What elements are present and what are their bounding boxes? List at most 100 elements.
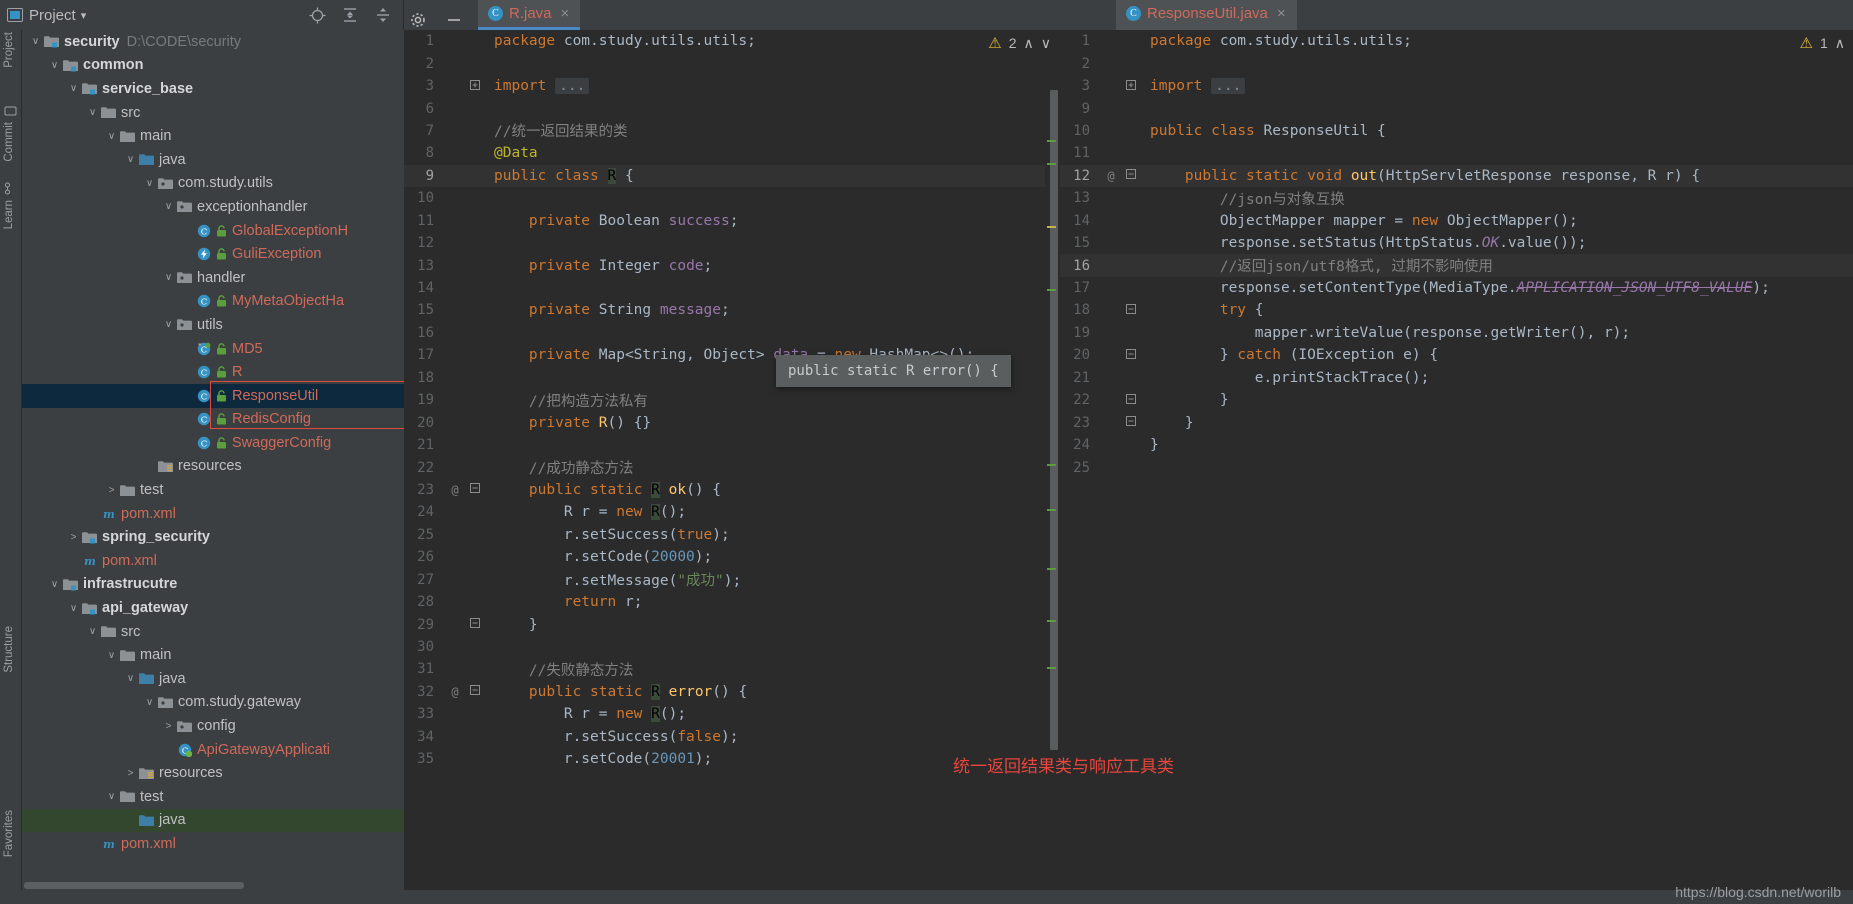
chevron-right-icon[interactable]: > [104,485,119,496]
code-line[interactable]: 24 R r = new R(); [404,501,1045,523]
chevron-down-icon[interactable]: ∨ [28,36,43,47]
tree-item-src[interactable]: ∨ src [22,620,404,644]
tree-item-pom-xml[interactable]: m pom.xml [22,502,404,526]
gutter-marker[interactable]: @ [442,483,468,497]
code-line[interactable]: 22 //成功静态方法 [404,456,1045,478]
code-line[interactable]: 22 } [1060,389,1853,411]
code-line[interactable]: 32 @ public static R error() { [404,681,1045,703]
tree-item-test[interactable]: > test [22,478,404,502]
code-line[interactable]: 19 mapper.writeValue(response.getWriter(… [1060,322,1853,344]
code-line[interactable]: 3 import ... [1060,75,1853,97]
minimize-icon[interactable] [444,10,464,30]
tree-item-pom-xml[interactable]: m pom.xml [22,549,404,573]
prev-problem-icon[interactable]: ∧ [1024,35,1034,52]
tree-horizontal-scrollbar[interactable] [22,881,404,890]
code-line[interactable]: 9 public class R { [404,164,1045,188]
chevron-right-icon[interactable]: > [123,768,138,779]
chevron-down-icon[interactable]: ∨ [161,319,176,330]
code-content-left[interactable]: 1 package com.study.utils.utils; 2 3 import … [404,30,1045,890]
code-line[interactable]: 18 try { [1060,299,1853,321]
code-line[interactable]: 15 private String message; [404,299,1045,321]
code-line[interactable]: 15 response.setStatus(HttpStatus.OK.valu… [1060,232,1853,254]
code-line[interactable]: 3 import ... [404,75,1045,97]
chevron-down-icon[interactable]: ∨ [66,603,81,614]
tree-item-r[interactable]: CR [22,360,404,384]
gutter-marker[interactable]: @ [442,685,468,699]
close-icon[interactable]: × [561,5,570,22]
gear-icon[interactable] [408,10,428,30]
code-line[interactable]: 34 r.setSuccess(false); [404,726,1045,748]
tree-item-md5[interactable]: C MD5 [22,337,404,361]
tree-item-com-study-utils[interactable]: ∨ com.study.utils [22,172,404,196]
code-line[interactable]: 12 @ public static void out(HttpServletRe… [1060,164,1853,188]
code-fold-toggle[interactable] [468,79,482,93]
code-line[interactable]: 13 //json与对象互换 [1060,187,1853,209]
rail-item-learn[interactable]: Learn [3,200,15,229]
code-line[interactable]: 8 @Data [404,142,1045,164]
chevron-down-icon[interactable]: ∨ [123,673,138,684]
code-line[interactable]: 25 r.setSuccess(true); [404,524,1045,546]
code-line[interactable]: 26 r.setCode(20000); [404,546,1045,568]
tree-item-com-study-gateway[interactable]: ∨ com.study.gateway [22,691,404,715]
code-line[interactable]: 2 [404,52,1045,74]
chevron-right-icon[interactable]: > [161,721,176,732]
tree-item-apigatewayapplicati[interactable]: C ApiGatewayApplicati [22,738,404,762]
expand-all-icon[interactable] [340,5,360,25]
code-line[interactable]: 21 [404,434,1045,456]
tree-item-main[interactable]: ∨ main [22,124,404,148]
scrollbar-thumb-left[interactable] [1050,90,1058,750]
code-fold-toggle[interactable] [1124,348,1138,362]
code-line[interactable]: 10 public class ResponseUtil { [1060,120,1853,142]
code-line[interactable]: 20 private R() {} [404,411,1045,433]
tree-item-config[interactable]: > config [22,714,404,738]
code-line[interactable]: 35 r.setCode(20001); [404,748,1045,770]
tree-item-api-gateway[interactable]: ∨ api_gateway [22,596,404,620]
code-fold-toggle[interactable] [1124,169,1138,182]
code-line[interactable]: 1 package com.study.utils.utils; [1060,30,1853,52]
code-fold-toggle[interactable] [468,483,482,496]
collapse-all-icon[interactable] [373,5,393,25]
tree-item-utils[interactable]: ∨ utils [22,313,404,337]
code-line[interactable]: 13 private Integer code; [404,254,1045,276]
chevron-down-icon[interactable]: ∨ [104,131,119,142]
chevron-down-icon[interactable]: ∨ [142,697,157,708]
prev-problem-icon[interactable]: ∧ [1835,35,1845,52]
rail-item-project[interactable]: Project [3,32,15,68]
code-line[interactable]: 23 @ public static R ok() { [404,479,1045,501]
tree-item-java[interactable]: ∨ java [22,667,404,691]
inspection-widget-right[interactable]: ⚠ 1 ∧ [1800,34,1846,53]
code-line[interactable]: 29 } [404,613,1045,635]
tab-responseutil-java[interactable]: C ResponseUtil.java × [1116,0,1297,30]
chevron-down-icon[interactable]: ∨ [47,60,62,71]
chevron-down-icon[interactable]: ∨ [123,154,138,165]
code-line[interactable]: 27 r.setMessage("成功"); [404,569,1045,591]
tree-item-src[interactable]: ∨ src [22,101,404,125]
tree-item-test[interactable]: ∨ test [22,785,404,809]
code-line[interactable]: 24} [1060,434,1853,456]
chevron-down-icon[interactable]: ∨ [85,626,100,637]
code-line[interactable]: 6 [404,97,1045,119]
chevron-down-icon[interactable]: ∨ [142,178,157,189]
tree-item-resources[interactable]: resources [22,455,404,479]
code-line[interactable]: 11 private Boolean success; [404,210,1045,232]
code-line[interactable]: 14 ObjectMapper mapper = new ObjectMappe… [1060,210,1853,232]
code-line[interactable]: 10 [404,187,1045,209]
code-line[interactable]: 1 package com.study.utils.utils; [404,30,1045,52]
code-fold-toggle[interactable] [1124,303,1138,317]
tree-item-globalexceptionh[interactable]: C GlobalExceptionH [22,219,404,243]
inspection-widget-left[interactable]: ⚠ 2 ∧ ∨ [988,34,1051,53]
tree-item-main[interactable]: ∨ main [22,643,404,667]
tree-item-java[interactable]: ∨ java [22,148,404,172]
tree-item-java[interactable]: java [22,808,404,833]
tree-item-pom-xml[interactable]: m pom.xml [22,832,404,856]
code-fold-toggle[interactable] [1124,393,1138,407]
code-line[interactable]: 23 } [1060,411,1853,433]
rail-item-commit[interactable]: Commit [3,122,15,162]
code-line[interactable]: 16 //返回json/utf8格式, 过期不影响使用 [1060,254,1853,277]
crosshair-target-icon[interactable] [307,5,327,25]
code-line[interactable]: 7 //统一返回结果的类 [404,120,1045,142]
code-content-right[interactable]: 1 package com.study.utils.utils; 2 3 import … [1060,30,1853,890]
code-line[interactable]: 33 R r = new R(); [404,703,1045,725]
code-line[interactable]: 16 [404,322,1045,344]
chevron-down-icon[interactable]: ▾ [81,9,87,22]
